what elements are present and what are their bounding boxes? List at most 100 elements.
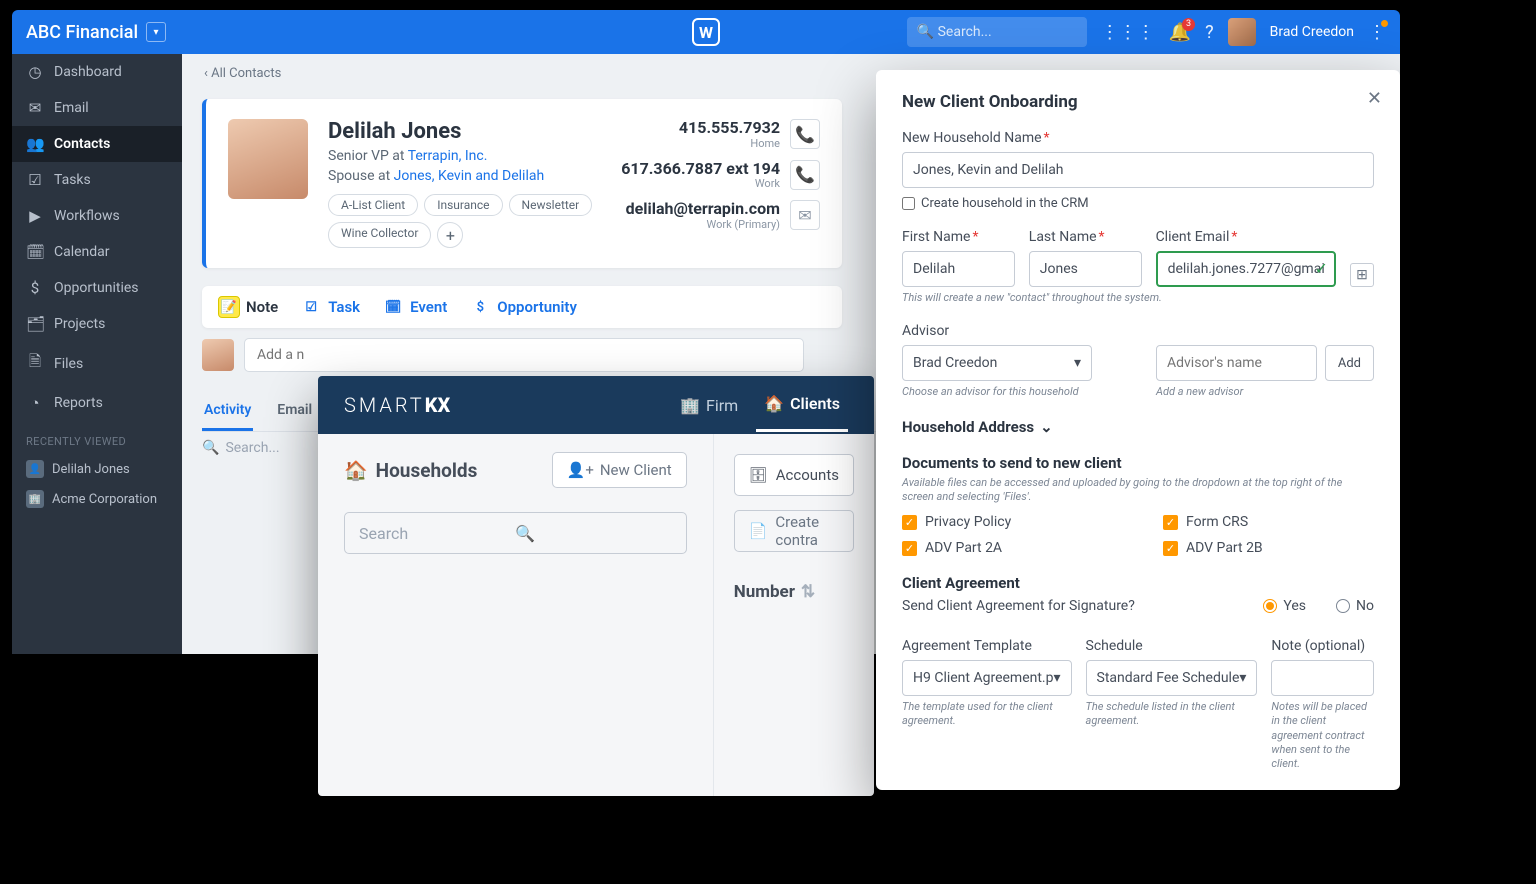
doc-privacy-policy[interactable]: ✓Privacy Policy: [902, 514, 1113, 530]
sidebar-item-workflows[interactable]: ▶Workflows: [12, 198, 182, 234]
email-button[interactable]: ✉: [790, 200, 820, 230]
tag[interactable]: Insurance: [424, 194, 502, 216]
company-dropdown[interactable]: ▾: [146, 22, 166, 42]
template-dropdown[interactable]: H9 Client Agreement.p▾: [902, 660, 1072, 696]
tag[interactable]: Wine Collector: [328, 222, 431, 248]
recent-item[interactable]: 👤Delilah Jones: [12, 454, 182, 484]
note-input[interactable]: [1271, 660, 1374, 696]
phone-work: 617.366.7887 ext 194: [621, 160, 780, 178]
user-plus-icon: 👤+: [567, 461, 594, 479]
last-name-input[interactable]: [1029, 251, 1142, 287]
briefcase-icon: 🗂: [26, 315, 44, 333]
action-bar: 📝Note ☑Task 🗓Event $Opportunity: [202, 286, 842, 328]
action-event[interactable]: 🗓Event: [382, 296, 447, 318]
global-search[interactable]: 🔍 Search...: [907, 17, 1087, 47]
new-client-button[interactable]: 👤+New Client: [552, 452, 687, 488]
sidebar-label: Contacts: [54, 136, 110, 152]
kx-nav-clients[interactable]: 🏠Clients: [756, 378, 848, 432]
add-note-input[interactable]: [244, 338, 804, 372]
kebab-icon[interactable]: ⋮: [1368, 22, 1386, 43]
email: delilah@terrapin.com: [626, 200, 780, 218]
sidebar-item-tasks[interactable]: ☑Tasks: [12, 162, 182, 198]
schedule-dropdown[interactable]: Standard Fee Schedule▾: [1086, 660, 1258, 696]
recent-item[interactable]: 🏢Acme Corporation: [12, 484, 182, 514]
bell-icon[interactable]: 🔔3: [1169, 22, 1191, 43]
opportunity-icon: $: [469, 296, 491, 318]
household-search[interactable]: Search🔍: [344, 512, 687, 554]
search-icon: 🔍: [917, 24, 934, 40]
advisor-name-input[interactable]: [1156, 345, 1317, 381]
alert-dot: [1381, 20, 1388, 27]
sidebar-item-files[interactable]: 🗎Files: [12, 342, 182, 385]
add-tag-button[interactable]: +: [437, 222, 463, 248]
tag[interactable]: Newsletter: [509, 194, 593, 216]
sidebar-item-opportunities[interactable]: $Opportunities: [12, 270, 182, 306]
database-icon: 🗄: [749, 466, 768, 484]
call-button[interactable]: 📞: [790, 119, 820, 149]
action-opportunity[interactable]: $Opportunity: [469, 296, 577, 318]
sidebar-item-email[interactable]: ✉Email: [12, 90, 182, 126]
tag[interactable]: A-List Client: [328, 194, 418, 216]
first-name-label: First Name: [902, 229, 1015, 245]
tab-email[interactable]: Email: [275, 396, 314, 431]
advisor-dropdown[interactable]: Brad Creedon▾: [902, 345, 1092, 381]
onboarding-modal: New Client Onboarding ✕ New Household Na…: [876, 70, 1400, 790]
search-icon: 🔍: [515, 524, 671, 543]
call-button[interactable]: 📞: [790, 160, 820, 190]
client-agreement-section: Client Agreement: [902, 574, 1374, 592]
company-name: ABC Financial: [26, 22, 138, 43]
help-icon[interactable]: ?: [1205, 22, 1214, 43]
sidebar-item-calendar[interactable]: 🗓Calendar: [12, 234, 182, 270]
sidebar-label: Dashboard: [54, 64, 122, 80]
building-icon: 🏢: [680, 396, 700, 415]
add-advisor-button[interactable]: Add: [1325, 345, 1374, 381]
doc-adv-2a[interactable]: ✓ADV Part 2A: [902, 540, 1113, 556]
email-label: Client Email: [1156, 229, 1336, 245]
action-note[interactable]: 📝Note: [218, 296, 278, 318]
apps-icon[interactable]: ⋮⋮⋮: [1101, 22, 1155, 43]
topbar: ABC Financial ▾ W 🔍 Search... ⋮⋮⋮ 🔔3 ? B…: [12, 10, 1400, 54]
company-link[interactable]: Terrapin, Inc.: [408, 148, 488, 164]
advisor-label: Advisor: [902, 323, 1092, 339]
household-link[interactable]: Jones, Kevin and Delilah: [394, 168, 545, 184]
sidebar-label: Email: [54, 100, 89, 116]
play-icon: ▶: [26, 207, 44, 225]
sidebar-item-reports[interactable]: ◔Reports: [12, 385, 182, 421]
pie-icon: ◔: [26, 394, 44, 412]
household-name-input[interactable]: [902, 152, 1374, 188]
sidebar-item-contacts[interactable]: 👥 Contacts: [12, 126, 182, 162]
radio-no[interactable]: No: [1336, 598, 1374, 614]
event-icon: 🗓: [382, 296, 404, 318]
doc-adv-2b[interactable]: ✓ADV Part 2B: [1163, 540, 1374, 556]
person-icon: 👤: [26, 460, 44, 478]
tab-activity[interactable]: Activity: [202, 396, 253, 431]
user-avatar[interactable]: [1228, 18, 1256, 46]
household-name-label: New Household Name: [902, 130, 1374, 146]
template-label: Agreement Template: [902, 638, 1072, 654]
action-task[interactable]: ☑Task: [300, 296, 360, 318]
sidebar-item-dashboard[interactable]: ◷Dashboard: [12, 54, 182, 90]
notif-badge: 3: [1182, 18, 1195, 31]
sidebar-item-projects[interactable]: 🗂 Projects: [12, 306, 182, 342]
add-client-button[interactable]: ⊞: [1350, 263, 1374, 287]
first-name-input[interactable]: [902, 251, 1015, 287]
close-button[interactable]: ✕: [1367, 88, 1382, 109]
sidebar-label: Projects: [54, 316, 105, 332]
email-input[interactable]: [1156, 251, 1336, 287]
modal-title: New Client Onboarding: [902, 92, 1374, 112]
doc-form-crs[interactable]: ✓Form CRS: [1163, 514, 1374, 530]
accounts-dropdown[interactable]: 🗄Accounts: [734, 454, 854, 496]
people-icon: 👥: [26, 135, 44, 153]
create-contract-button[interactable]: 📄Create contra: [734, 510, 854, 552]
number-column[interactable]: Number⇅: [734, 582, 854, 602]
check-icon: ☑: [26, 171, 44, 189]
create-crm-checkbox[interactable]: Create household in the CRM: [902, 196, 1374, 211]
home-icon: 🏠: [764, 394, 784, 413]
radio-yes[interactable]: Yes: [1263, 598, 1306, 614]
chevron-down-icon: ▾: [1239, 670, 1246, 686]
calendar-icon: 🗓: [26, 243, 44, 261]
address-section[interactable]: Household Address⌄: [902, 418, 1374, 436]
kx-nav-firm[interactable]: 🏢Firm: [672, 378, 746, 432]
app-logo: W: [692, 18, 720, 46]
note-icon: 📝: [218, 296, 240, 318]
